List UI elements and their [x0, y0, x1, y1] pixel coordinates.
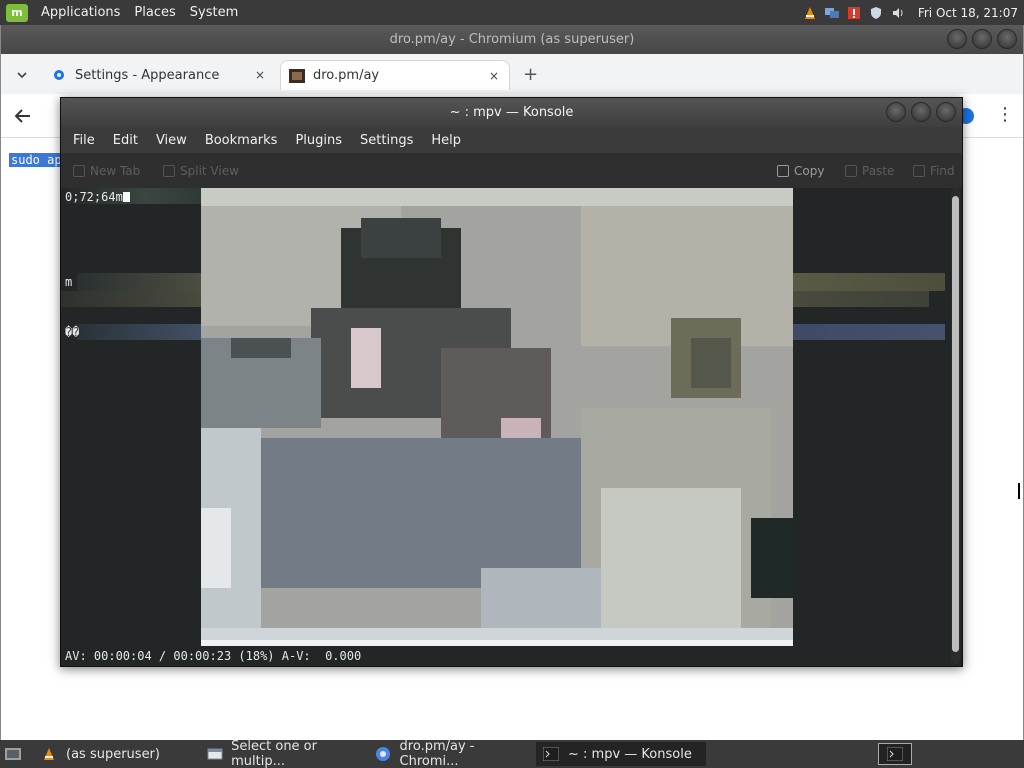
more-menu-icon[interactable]: ⋮ [996, 104, 1014, 125]
task-label: dro.pm/ay - Chromi... [399, 739, 475, 768]
konsole-menubar: File Edit View Bookmarks Plugins Setting… [61, 127, 962, 153]
mouse-pointer-icon [1018, 483, 1024, 499]
glitch-band [793, 291, 929, 307]
tab-close-icon[interactable]: × [253, 68, 267, 82]
file-dialog-icon [206, 745, 223, 763]
workspace-switcher[interactable] [878, 743, 912, 765]
volume-icon[interactable] [890, 5, 906, 21]
mpv-video-frame[interactable] [201, 188, 793, 646]
copy-icon [777, 165, 789, 177]
split-view-label: Split View [180, 164, 239, 178]
new-tab-button[interactable]: + [523, 64, 538, 85]
video-pixel-art [201, 188, 793, 646]
chromium-titlebar[interactable]: dro.pm/ay - Chromium (as superuser) [1, 25, 1023, 54]
konsole-titlebar[interactable]: ~ : mpv — Konsole [61, 98, 962, 127]
mint-logo-icon[interactable]: m [6, 3, 28, 22]
tab-dro-pm[interactable]: dro.pm/ay × [280, 60, 510, 90]
glitch-band [793, 324, 945, 340]
video-thumbnail-icon [289, 68, 305, 84]
paste-tool[interactable]: Paste [845, 164, 894, 178]
konsole-toolbar: New Tab Split View Copy Paste Find [61, 153, 962, 188]
find-label: Find [930, 164, 955, 178]
tab-label: dro.pm/ay [313, 68, 380, 83]
split-view-tool[interactable]: Split View [163, 164, 239, 178]
split-view-icon [163, 165, 175, 177]
terminal-icon [542, 745, 560, 763]
terminal-scrollbar[interactable] [951, 188, 960, 664]
task-label: (as superuser) [66, 746, 160, 762]
settings-gear-icon [51, 67, 67, 83]
konsole-window-controls [886, 102, 956, 122]
places-menu[interactable]: Places [127, 5, 182, 20]
chromium-window-title: dro.pm/ay - Chromium (as superuser) [389, 32, 635, 47]
paste-icon [845, 165, 857, 177]
workspace-terminal-icon [887, 747, 903, 761]
tab-strip: Settings - Appearance × dro.pm/ay × + [1, 54, 1023, 94]
vlc-tray-icon[interactable] [802, 5, 818, 21]
terminal-line: �� [65, 325, 80, 339]
top-panel: m Applications Places System Fri Oct 18,… [0, 0, 1024, 25]
terminal-cursor [122, 192, 130, 202]
menu-plugins[interactable]: Plugins [295, 133, 342, 148]
menu-view[interactable]: View [156, 133, 187, 148]
menu-settings[interactable]: Settings [360, 133, 413, 148]
shield-icon[interactable] [868, 5, 884, 21]
paste-label: Paste [862, 164, 895, 178]
find-icon [913, 165, 925, 177]
copy-label: Copy [794, 164, 825, 178]
task-chromium[interactable]: dro.pm/ay - Chromi... [368, 739, 534, 768]
clock[interactable]: Fri Oct 18, 21:07 [918, 6, 1018, 20]
menu-edit[interactable]: Edit [113, 133, 138, 148]
scrollbar-thumb[interactable] [952, 196, 959, 652]
system-tray: Fri Oct 18, 21:07 [802, 0, 1024, 25]
maximize-button[interactable] [972, 29, 992, 49]
copy-tool[interactable]: Copy [777, 164, 824, 178]
chromium-icon [374, 745, 392, 763]
new-tab-icon [73, 165, 85, 177]
show-desktop-icon[interactable] [4, 745, 22, 763]
task-label: ~ : mpv — Konsole [568, 746, 692, 762]
glitch-band [793, 273, 945, 291]
maximize-button[interactable] [911, 102, 931, 122]
konsole-window-title: ~ : mpv — Konsole [449, 105, 574, 120]
bottom-taskbar: (as superuser) Select one or multip... d… [0, 739, 1024, 768]
konsole-window: ~ : mpv — Konsole File Edit View Bookmar… [60, 97, 963, 667]
glitch-band [61, 291, 201, 307]
tab-close-icon[interactable]: × [487, 69, 501, 83]
new-tab-tool[interactable]: New Tab [73, 164, 140, 178]
new-tab-label: New Tab [90, 164, 141, 178]
task-file-dialog[interactable]: Select one or multip... [200, 739, 368, 768]
tab-settings-appearance[interactable]: Settings - Appearance × [43, 60, 275, 90]
close-button[interactable] [997, 29, 1017, 49]
task-vlc[interactable]: (as superuser) [34, 742, 200, 766]
close-button[interactable] [936, 102, 956, 122]
find-tool[interactable]: Find [913, 164, 955, 178]
glitch-band [77, 324, 201, 340]
system-menu[interactable]: System [183, 5, 245, 20]
applications-menu[interactable]: Applications [34, 5, 127, 20]
terminal-area[interactable]: 0;72;64m m �� AV: 00:00:04 / 00:00:23 (1… [61, 188, 951, 666]
terminal-line: m [65, 275, 73, 289]
back-arrow-icon[interactable] [13, 106, 33, 126]
vlc-icon [40, 745, 58, 763]
tab-label: Settings - Appearance [75, 67, 220, 83]
tab-search-chevron-icon[interactable] [13, 66, 31, 84]
menu-help[interactable]: Help [431, 133, 461, 148]
alert-icon[interactable] [846, 5, 862, 21]
task-label: Select one or multip... [231, 739, 317, 768]
minimize-button[interactable] [947, 29, 967, 49]
chromium-window-controls [947, 29, 1017, 49]
menu-bookmarks[interactable]: Bookmarks [205, 133, 278, 148]
task-konsole[interactable]: ~ : mpv — Konsole [536, 742, 706, 766]
minimize-button[interactable] [886, 102, 906, 122]
terminal-line: 0;72;64m [65, 190, 130, 204]
menu-file[interactable]: File [73, 133, 95, 148]
network-icon[interactable] [824, 5, 840, 21]
page-selected-text[interactable]: sudo ap [9, 153, 64, 167]
mpv-status-line: AV: 00:00:04 / 00:00:23 (18%) A-V: 0.000 [65, 649, 362, 663]
glitch-band [77, 273, 201, 291]
